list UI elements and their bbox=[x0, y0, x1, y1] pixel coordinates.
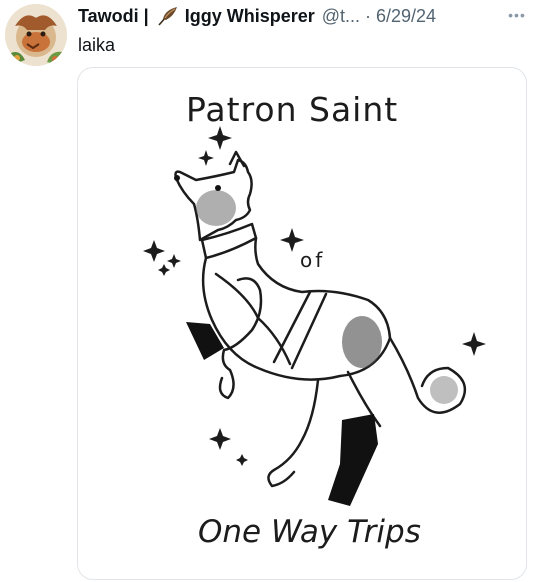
laika-illustration bbox=[143, 126, 486, 506]
avatar[interactable] bbox=[5, 4, 67, 66]
more-options-icon[interactable]: ••• bbox=[502, 4, 532, 26]
tweet-header: Tawodi | Iggy Whisperer @t... · 6/29/24 … bbox=[78, 4, 532, 28]
author-name[interactable]: Tawodi | bbox=[78, 6, 149, 27]
tweet-date[interactable]: 6/29/24 bbox=[376, 6, 436, 27]
avatar-image bbox=[5, 4, 67, 66]
feather-icon bbox=[157, 6, 179, 26]
author-handle[interactable]: @t... bbox=[322, 6, 360, 27]
artwork-title: Patron Saint bbox=[186, 90, 399, 129]
author-badge-name[interactable]: Iggy Whisperer bbox=[185, 6, 315, 27]
tweet-text: laika bbox=[78, 35, 116, 55]
media-card[interactable]: Patron Saint of One Way Trips bbox=[77, 67, 527, 580]
artwork-subtitle: One Way Trips bbox=[198, 514, 421, 550]
artwork-connector: of bbox=[300, 248, 326, 272]
header-separator: · bbox=[365, 5, 372, 26]
